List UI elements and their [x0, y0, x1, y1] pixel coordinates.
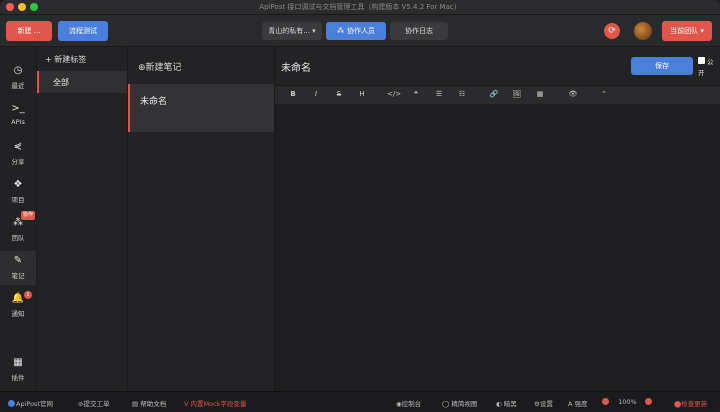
code-icon[interactable]: </> [387, 90, 401, 98]
strikethrough-icon[interactable]: S [333, 90, 345, 98]
status-label: 提交工单 [83, 400, 110, 408]
public-label: 公 [707, 58, 714, 66]
status-label: 帮助文档 [140, 400, 167, 408]
status-label: 检查更新 [681, 400, 708, 408]
editor-header: 未命名 保存 公 开 [275, 47, 720, 85]
status-label: 内置Mock字段变量 [190, 400, 247, 408]
plugin-icon: ▦ [13, 357, 23, 368]
nav-item-notes[interactable]: ✎ 笔记 [0, 251, 36, 285]
public-checkbox[interactable] [698, 57, 705, 64]
public-label: 开 [698, 69, 705, 77]
nav-item-team[interactable]: ⁂ 团队 协作 [0, 211, 36, 247]
settings-button[interactable]: ⚙设置 [534, 398, 553, 408]
nav-label: APIs [11, 118, 25, 126]
share-icon: ⋞ [13, 141, 23, 152]
image-icon[interactable]: 🖼 [511, 90, 523, 98]
people-icon: ⁂ [337, 27, 344, 35]
zoom-level: 100% [618, 398, 637, 406]
tag-all[interactable]: 全部 [37, 71, 127, 93]
note-editor: 未命名 保存 公 开 B I S H </> ❝ ☰ ☷ 🔗 🖼 ▦ 👁 ⌃ [275, 47, 720, 391]
status-bar: ApiPost官网 ⊘提交工单 ▤ 帮助文档 V 内置Mock字段变量 ◉控制台… [0, 391, 720, 412]
avatar[interactable] [634, 22, 652, 40]
nav-item-project[interactable]: ❖ 项目 [0, 175, 36, 209]
note-title: 未命名 [140, 97, 168, 107]
collab-log-button[interactable]: 协作日志 [390, 22, 448, 40]
submit-ticket-link[interactable]: ⊘提交工单 [78, 398, 109, 408]
doc-icon: ▤ [132, 400, 141, 408]
nav-label: 团队 [11, 234, 25, 242]
mock-vars-link[interactable]: V 内置Mock字段变量 [184, 398, 246, 408]
bold-icon[interactable]: B [287, 90, 299, 98]
editor-content[interactable] [275, 104, 720, 391]
new-tag-button[interactable]: + 新建标签 [45, 54, 86, 65]
nav-item-notify[interactable]: 🔔 通知 1 [0, 289, 36, 323]
nav-item-apis[interactable]: >_ APIs [0, 99, 36, 133]
toggle-icon: ◯ [442, 400, 452, 408]
status-label: ApiPost官网 [16, 400, 53, 408]
nav-label: 分享 [11, 158, 25, 166]
collab-badge: 协作 [21, 211, 36, 220]
zoom-out-icon[interactable] [602, 398, 609, 405]
tags-panel: + 新建标签 全部 [37, 47, 128, 391]
check-update-link[interactable]: ⬤检查更新 [674, 398, 707, 408]
console-button[interactable]: ◉控制台 [396, 398, 421, 408]
dark-mode-toggle[interactable]: ◐ 暗黑 [496, 398, 517, 408]
quote-icon[interactable]: ❝ [410, 90, 422, 98]
tag-all-label: 全部 [53, 78, 69, 87]
collapse-icon[interactable]: ⌃ [598, 90, 610, 98]
notify-badge: 1 [24, 291, 32, 299]
compact-view-toggle[interactable]: ◯ 精简视图 [442, 398, 477, 408]
status-label: 控制台 [401, 400, 422, 408]
nav-label: 插件 [11, 374, 25, 382]
nav-item-recent[interactable]: ◷ 最近 [0, 61, 36, 95]
nav-item-plugins[interactable]: ▦ 插件 [0, 353, 36, 387]
new-button[interactable]: 新建 ... [6, 21, 52, 41]
preview-icon[interactable]: 👁 [567, 90, 579, 98]
editor-toolbar: B I S H </> ❝ ☰ ☷ 🔗 🖼 ▦ 👁 ⌃ [275, 85, 720, 105]
italic-icon[interactable]: I [310, 90, 322, 98]
apipost-icon [8, 400, 15, 407]
nav-label: 通知 [11, 310, 25, 318]
nav-item-share[interactable]: ⋞ 分享 [0, 137, 36, 171]
unordered-list-icon[interactable]: ☰ [433, 90, 445, 98]
nav-label: 笔记 [11, 272, 25, 280]
zoom-in-icon[interactable] [644, 398, 652, 405]
new-note-button[interactable]: ⊕新建笔记 [138, 60, 182, 73]
window-title: ApiPost 接口调试与文档管理工具（构建版本 V5.4.2 For Mac） [259, 3, 461, 11]
toggle-icon: ◐ [496, 400, 504, 408]
save-button[interactable]: 保存 [631, 57, 693, 75]
font-size-button[interactable]: A 强度 [568, 398, 588, 408]
status-label: 设置 [539, 400, 553, 408]
official-site-link[interactable]: ApiPost官网 [8, 398, 53, 408]
app-window: ApiPost 接口调试与文档管理工具（构建版本 V5.4.2 For Mac）… [0, 0, 720, 412]
flow-test-button[interactable]: 流程测试 [58, 21, 108, 41]
clock-icon: ◷ [13, 65, 23, 76]
ordered-list-icon[interactable]: ☷ [456, 90, 468, 98]
current-team-button[interactable]: 当前团队 ▾ [662, 21, 712, 41]
heading-icon[interactable]: H [356, 90, 368, 98]
help-docs-link[interactable]: ▤ 帮助文档 [132, 398, 166, 408]
title-bar: ApiPost 接口调试与文档管理工具（构建版本 V5.4.2 For Mac） [0, 0, 720, 15]
zoom-control[interactable]: 100% [602, 398, 653, 406]
notes-list: ⊕新建笔记 未命名 [128, 47, 275, 391]
top-toolbar: 新建 ... 流程测试 青山的私有... ▾ ⁂ 协作人员 协作日志 ⟳ 当前团… [0, 15, 720, 47]
left-nav: ◷ 最近 >_ APIs ⋞ 分享 ❖ 项目 ⁂ 团队 协作 ✎ 笔记 🔔 通知… [0, 47, 37, 391]
table-icon[interactable]: ▦ [534, 90, 546, 98]
note-icon: ✎ [13, 255, 23, 266]
status-label: 精简视图 [451, 400, 478, 408]
project-icon: ❖ [13, 179, 23, 190]
status-label: 暗黑 [503, 400, 517, 408]
nav-label: 项目 [11, 196, 25, 204]
terminal-icon: >_ [11, 103, 25, 114]
sync-icon[interactable]: ⟳ [604, 23, 620, 39]
link-icon[interactable]: 🔗 [488, 90, 500, 98]
collaborators-button[interactable]: ⁂ 协作人员 [326, 22, 386, 40]
nav-label: 最近 [11, 82, 25, 90]
project-selector[interactable]: 青山的私有... ▾ [262, 22, 322, 40]
collaborators-label: 协作人员 [347, 27, 375, 35]
note-title-input[interactable]: 未命名 [281, 59, 311, 74]
list-item[interactable]: 未命名 [128, 84, 274, 132]
